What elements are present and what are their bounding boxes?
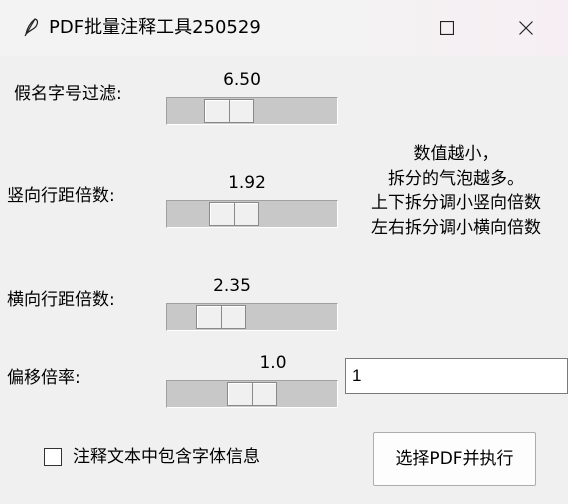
maximize-button[interactable] [407,0,487,56]
maximize-icon [440,21,454,35]
minimize-button[interactable] [333,0,413,56]
feather-icon [24,18,39,37]
horizontal-line-spacing-value: 2.35 [213,276,251,296]
help-text: 数值越小， 拆分的气泡越多。 上下拆分调小竖向倍数 左右拆分调小横向倍数 [346,142,566,240]
window-title: PDF批量注释工具250529 [49,17,261,38]
close-button[interactable] [486,0,566,56]
slider-thumb[interactable] [209,202,259,226]
kana-font-size-value: 6.50 [223,70,261,90]
slider-thumb[interactable] [227,382,277,406]
horizontal-line-spacing-slider[interactable] [166,303,338,331]
include-font-info-checkbox[interactable] [44,448,62,466]
help-line: 数值越小， [413,144,499,164]
kana-font-size-slider[interactable] [166,97,338,125]
offset-ratio-slider[interactable] [166,380,338,408]
select-pdf-run-button[interactable]: 选择PDF并执行 [373,432,536,486]
help-line: 左右拆分调小横向倍数 [371,217,541,238]
vertical-line-spacing-value: 1.92 [228,173,266,193]
help-line: 上下拆分调小竖向倍数 [371,193,541,213]
help-line: 拆分的气泡越多。 [388,168,524,189]
offset-ratio-label: 偏移倍率: [7,368,81,388]
include-font-info-label[interactable]: 注释文本中包含字体信息 [73,445,260,469]
slider-thumb[interactable] [204,99,254,123]
offset-ratio-input[interactable]: 1 [345,358,568,394]
kana-font-size-filter-label: 假名字号过滤: [14,84,122,104]
vertical-line-spacing-label: 竖向行距倍数: [7,186,115,206]
vertical-line-spacing-slider[interactable] [166,200,338,228]
minimize-icon [366,27,380,29]
close-icon [519,21,533,35]
slider-thumb[interactable] [196,305,246,329]
offset-ratio-value: 1.0 [259,353,287,373]
title-bar[interactable]: PDF批量注释工具250529 [0,0,568,56]
horizontal-line-spacing-label: 横向行距倍数: [7,290,115,310]
